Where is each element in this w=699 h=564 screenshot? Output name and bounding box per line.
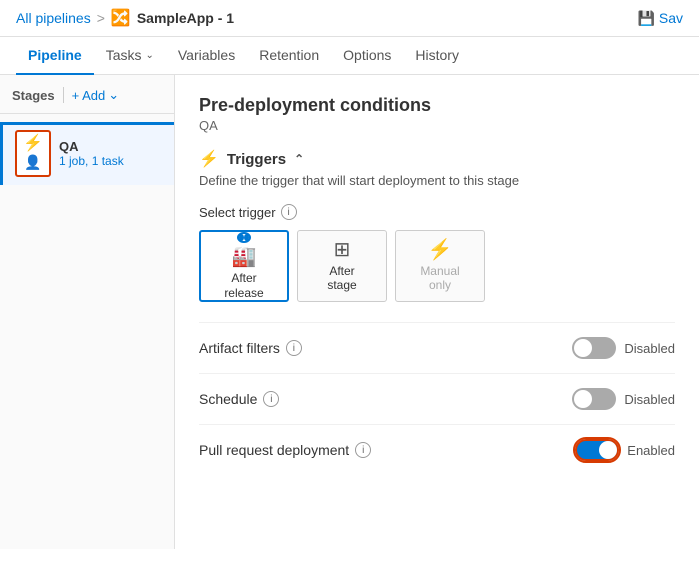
tab-variables[interactable]: Variables <box>166 37 247 75</box>
artifact-filters-info-icon[interactable]: i <box>286 340 302 356</box>
sidebar: Stages + Add ⌄ ⚡ 👤 QA 1 job, 1 task <box>0 75 175 549</box>
after-release-radio[interactable] <box>237 232 251 243</box>
pull-request-label: Pull request deployment i <box>199 442 371 458</box>
tab-retention[interactable]: Retention <box>247 37 331 75</box>
manual-only-label: Manualonly <box>420 264 459 293</box>
triggers-label: Triggers <box>227 151 286 168</box>
trigger-after-release[interactable]: 🏭 Afterrelease <box>199 230 289 302</box>
pull-request-status: Enabled <box>627 443 675 458</box>
all-pipelines-link[interactable]: All pipelines <box>16 10 91 26</box>
tab-history[interactable]: History <box>403 37 471 75</box>
nav-tabs: Pipeline Tasks ⌄ Variables Retention Opt… <box>0 37 699 75</box>
tab-variables-label: Variables <box>178 47 235 63</box>
stages-divider <box>63 87 64 103</box>
lightning-icon: ⚡ <box>23 136 43 152</box>
pull-request-row: Pull request deployment i Enabled <box>199 424 675 475</box>
stages-label: Stages <box>12 88 55 103</box>
schedule-info-icon[interactable]: i <box>263 391 279 407</box>
triggers-section-header: ⚡ Triggers ⌃ <box>199 149 675 169</box>
schedule-text: Schedule <box>199 391 257 407</box>
tab-retention-label: Retention <box>259 47 319 63</box>
triggers-description: Define the trigger that will start deplo… <box>199 173 675 188</box>
artifact-filters-toggle-thumb <box>574 339 592 357</box>
tab-tasks-label: Tasks <box>106 47 142 63</box>
panel-subtitle: QA <box>199 118 675 133</box>
save-label: Sav <box>659 10 683 26</box>
schedule-toggle[interactable] <box>572 388 616 410</box>
pipeline-name: SampleApp - 1 <box>137 10 234 26</box>
breadcrumb-separator: > <box>97 10 105 26</box>
stage-name: QA <box>59 139 124 154</box>
trigger-options: 🏭 Afterrelease ⊞ Afterstage ⚡ Manualonly <box>199 230 675 302</box>
tasks-chevron-icon: ⌄ <box>145 50 153 61</box>
stage-selected-bar <box>3 122 174 125</box>
schedule-row: Schedule i Disabled <box>199 373 675 424</box>
pull-request-text: Pull request deployment <box>199 442 349 458</box>
pull-request-right: Enabled <box>575 439 675 461</box>
schedule-right: Disabled <box>572 388 675 410</box>
tab-pipeline[interactable]: Pipeline <box>16 37 94 75</box>
artifact-filters-toggle[interactable] <box>572 337 616 359</box>
pull-request-toggle-thumb <box>599 441 617 459</box>
add-stage-button[interactable]: + Add ⌄ <box>72 87 120 103</box>
stages-header: Stages + Add ⌄ <box>0 87 174 114</box>
artifact-filters-status: Disabled <box>624 341 675 356</box>
after-release-icon: 🏭 <box>232 247 257 267</box>
tab-history-label: History <box>415 47 459 63</box>
stage-meta: 1 job, 1 task <box>59 154 124 168</box>
after-stage-label: Afterstage <box>327 264 356 293</box>
main-layout: Stages + Add ⌄ ⚡ 👤 QA 1 job, 1 task Pre-… <box>0 75 699 549</box>
panel-title: Pre-deployment conditions <box>199 95 675 116</box>
schedule-toggle-thumb <box>574 390 592 408</box>
stage-icon-container: ⚡ 👤 <box>15 130 51 177</box>
tab-tasks[interactable]: Tasks ⌄ <box>94 37 166 75</box>
after-stage-icon: ⊞ <box>334 240 351 260</box>
schedule-status: Disabled <box>624 392 675 407</box>
person-icon: 👤 <box>24 154 41 171</box>
content-area: Pre-deployment conditions QA ⚡ Triggers … <box>175 75 699 549</box>
artifact-filters-label: Artifact filters i <box>199 340 302 356</box>
select-trigger-label: Select trigger i <box>199 204 675 220</box>
after-release-label: Afterrelease <box>224 271 263 300</box>
stage-item-qa[interactable]: ⚡ 👤 QA 1 job, 1 task <box>0 122 174 185</box>
select-trigger-text: Select trigger <box>199 205 276 220</box>
pipeline-icon: 🔀 <box>111 8 131 28</box>
artifact-filters-row: Artifact filters i Disabled <box>199 322 675 373</box>
breadcrumb: All pipelines > 🔀 SampleApp - 1 <box>16 8 234 28</box>
save-icon: 💾 <box>637 10 654 27</box>
triggers-icon: ⚡ <box>199 149 219 169</box>
save-button[interactable]: 💾 Sav <box>637 10 683 27</box>
trigger-manual-only[interactable]: ⚡ Manualonly <box>395 230 485 302</box>
add-chevron-icon: ⌄ <box>108 87 119 103</box>
tab-pipeline-label: Pipeline <box>28 47 82 63</box>
pull-request-info-icon[interactable]: i <box>355 442 371 458</box>
manual-only-icon: ⚡ <box>428 240 453 260</box>
schedule-label: Schedule i <box>199 391 279 407</box>
select-trigger-info-icon[interactable]: i <box>281 204 297 220</box>
pull-request-toggle[interactable] <box>575 439 619 461</box>
trigger-after-stage[interactable]: ⊞ Afterstage <box>297 230 387 302</box>
artifact-filters-right: Disabled <box>572 337 675 359</box>
tab-options-label: Options <box>343 47 391 63</box>
top-bar: All pipelines > 🔀 SampleApp - 1 💾 Sav <box>0 0 699 37</box>
add-stage-label: + Add <box>72 88 106 103</box>
artifact-filters-text: Artifact filters <box>199 340 280 356</box>
triggers-collapse-icon[interactable]: ⌃ <box>294 152 304 166</box>
stage-info: QA 1 job, 1 task <box>59 139 124 168</box>
tab-options[interactable]: Options <box>331 37 403 75</box>
